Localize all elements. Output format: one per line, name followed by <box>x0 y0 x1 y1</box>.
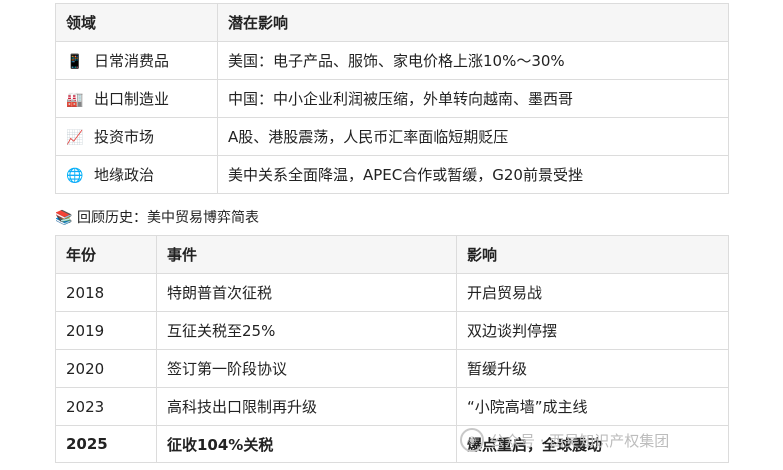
year-cell: 2023 <box>55 387 157 426</box>
table-row: 2019 互征关税至25% 双边谈判停摆 <box>55 311 729 350</box>
impact-cell: 中国：中小企业利润被压缩，外单转向越南、墨西哥 <box>217 79 729 118</box>
impact-cell: 爆点重启，全球震动 <box>456 425 729 463</box>
history-table: 年份 事件 影响 2018 特朗普首次征税 开启贸易战 2019 互征关税至25… <box>55 235 729 463</box>
table-row-highlighted: 2025 征收104%关税 爆点重启，全球震动 <box>55 425 729 463</box>
globe-icon: 🌐 <box>66 168 84 184</box>
event-cell: 签订第一阶段协议 <box>156 349 457 388</box>
event-cell: 征收104%关税 <box>156 425 457 463</box>
domain-label: 投资市场 <box>94 128 155 146</box>
year-cell: 2025 <box>55 425 157 463</box>
table-row: 🏭 出口制造业 中国：中小企业利润被压缩，外单转向越南、墨西哥 <box>55 79 729 118</box>
year-cell: 2018 <box>55 273 157 312</box>
year-cell: 2019 <box>55 311 157 350</box>
chart-increasing-icon: 📈 <box>66 130 84 146</box>
event-cell: 特朗普首次征税 <box>156 273 457 312</box>
impact-cell: A股、港股震荡，人民币汇率面临短期贬压 <box>217 117 729 156</box>
column-header-domain: 领域 <box>55 3 218 42</box>
event-cell: 高科技出口限制再升级 <box>156 387 457 426</box>
domain-label: 地缘政治 <box>94 166 155 184</box>
domain-cell: 🌐 地缘政治 <box>55 155 218 194</box>
table-row: 2023 高科技出口限制再升级 “小院高墙”成主线 <box>55 387 729 426</box>
impact-table: 领域 潜在影响 📱 日常消费品 美国：电子产品、服饰、家电价格上涨10%～30% … <box>55 3 729 194</box>
impact-cell: 美国：电子产品、服饰、家电价格上涨10%～30% <box>217 41 729 80</box>
mobile-phone-icon: 📱 <box>66 54 84 70</box>
table-row: 2020 签订第一阶段协议 暂缓升级 <box>55 349 729 388</box>
impact-cell: 双边谈判停摆 <box>456 311 729 350</box>
event-cell: 互征关税至25% <box>156 311 457 350</box>
domain-cell: 🏭 出口制造业 <box>55 79 218 118</box>
column-header-impact: 影响 <box>456 235 729 274</box>
table-row: 🌐 地缘政治 美中关系全面降温，APEC合作或暂缓，G20前景受挫 <box>55 155 729 194</box>
domain-label: 日常消费品 <box>94 52 170 70</box>
column-header-impact: 潜在影响 <box>217 3 729 42</box>
history-caption-text: 回顾历史：美中贸易博弈简表 <box>77 210 259 226</box>
table-row: 2018 特朗普首次征税 开启贸易战 <box>55 273 729 312</box>
column-header-year: 年份 <box>55 235 157 274</box>
impact-cell: 开启贸易战 <box>456 273 729 312</box>
domain-label: 出口制造业 <box>94 90 170 108</box>
impact-cell: 暂缓升级 <box>456 349 729 388</box>
column-header-event: 事件 <box>156 235 457 274</box>
table-header-row: 领域 潜在影响 <box>55 3 729 42</box>
books-icon: 📚 <box>55 210 73 226</box>
year-cell: 2020 <box>55 349 157 388</box>
impact-cell: 美中关系全面降温，APEC合作或暂缓，G20前景受挫 <box>217 155 729 194</box>
table-row: 📱 日常消费品 美国：电子产品、服饰、家电价格上涨10%～30% <box>55 41 729 80</box>
domain-cell: 📈 投资市场 <box>55 117 218 156</box>
history-caption: 📚 回顾历史：美中贸易博弈简表 <box>55 207 259 229</box>
impact-cell: “小院高墙”成主线 <box>456 387 729 426</box>
factory-icon: 🏭 <box>66 92 84 108</box>
domain-cell: 📱 日常消费品 <box>55 41 218 80</box>
table-header-row: 年份 事件 影响 <box>55 235 729 274</box>
table-row: 📈 投资市场 A股、港股震荡，人民币汇率面临短期贬压 <box>55 117 729 156</box>
